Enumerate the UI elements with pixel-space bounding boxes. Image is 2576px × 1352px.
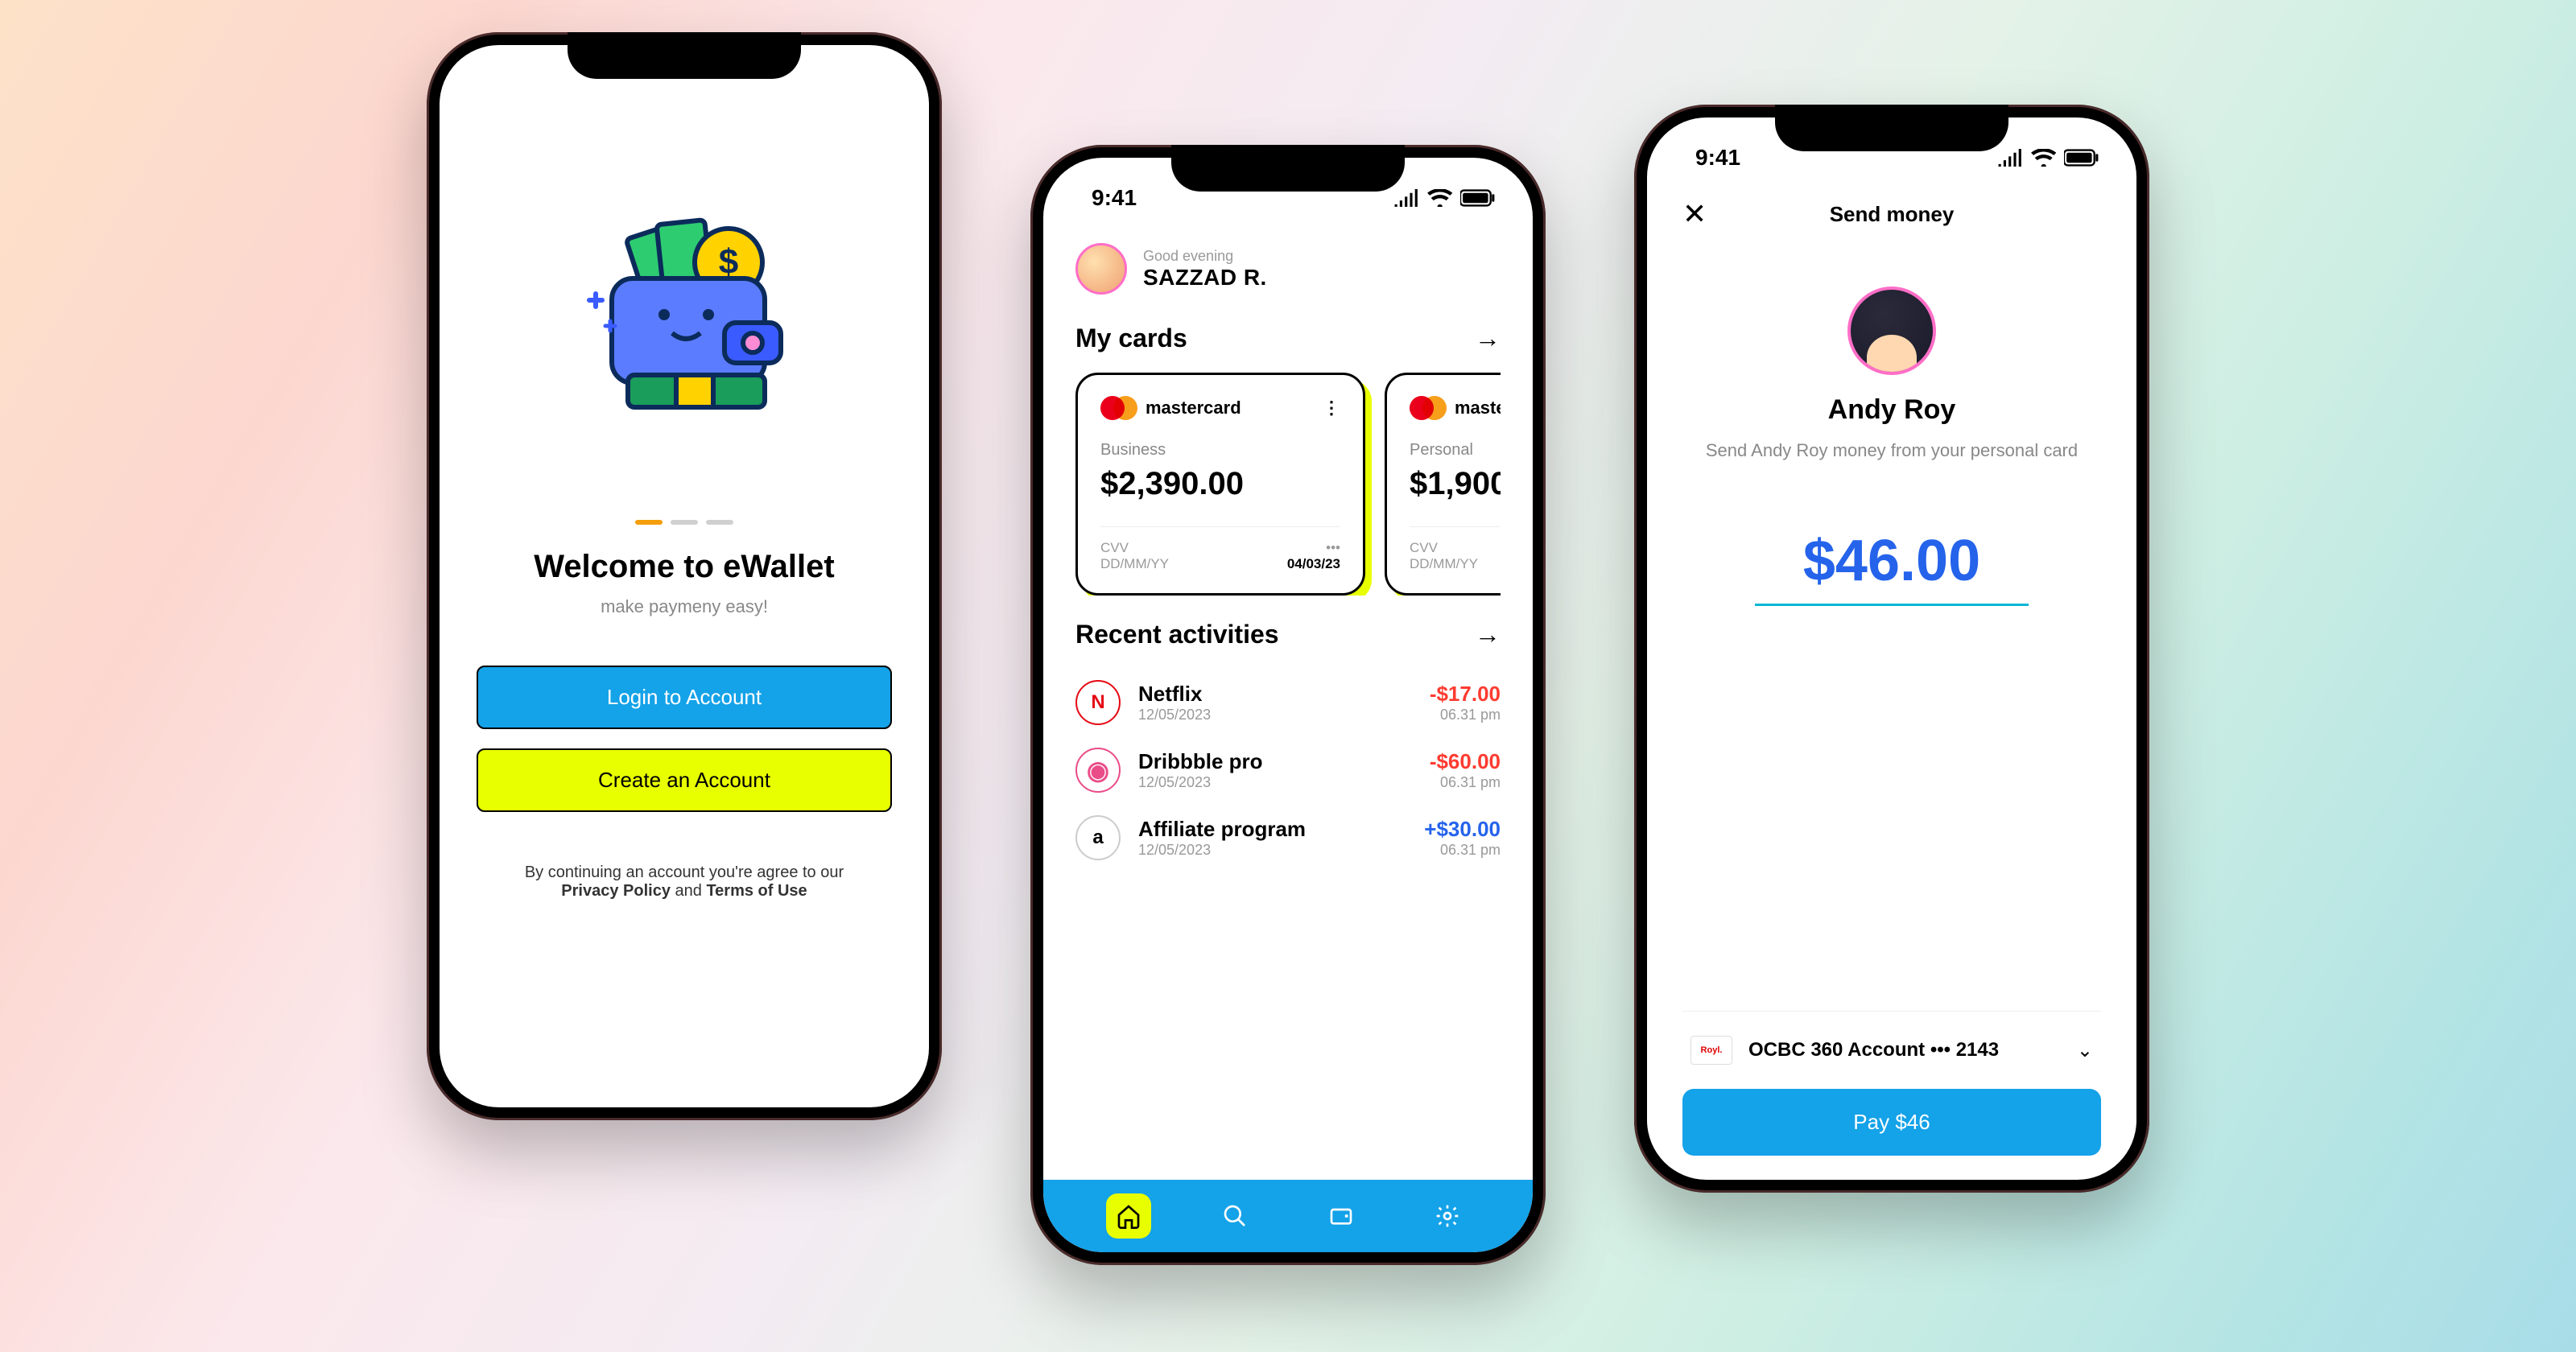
card-brand: mastercard xyxy=(1455,398,1501,418)
notch xyxy=(1171,145,1405,192)
tab-settings[interactable] xyxy=(1425,1193,1470,1239)
card-type: Personal xyxy=(1410,441,1501,460)
card-personal[interactable]: mastercard Personal $1,9009. CVVDD/MM/YY xyxy=(1385,373,1501,596)
amazon-icon: a xyxy=(1075,815,1121,860)
activity-row[interactable]: N Netflix12/05/2023 -$17.0006.31 pm xyxy=(1075,669,1501,736)
signal-icon xyxy=(1393,189,1418,207)
terms-link[interactable]: Terms of Use xyxy=(706,882,807,900)
tab-home[interactable] xyxy=(1106,1193,1151,1239)
amount-value[interactable]: $46.00 xyxy=(1682,528,2101,594)
recipient-name: Andy Roy xyxy=(1682,394,2101,426)
pay-button[interactable]: Pay $46 xyxy=(1682,1089,2101,1156)
battery-icon xyxy=(2064,149,2099,167)
status-time: 9:41 xyxy=(1092,185,1137,211)
notch xyxy=(1775,105,2008,151)
activities-heading: Recent activities xyxy=(1075,620,1279,649)
card-brand: mastercard xyxy=(1146,398,1241,418)
user-name: SAZZAD R. xyxy=(1143,265,1267,290)
status-time: 9:41 xyxy=(1695,145,1740,171)
account-selector[interactable]: Royl. OCBC 360 Account ••• 2143 ⌄ xyxy=(1682,1011,2101,1089)
onboarding-subtitle: make paymeny easy! xyxy=(477,596,892,617)
my-cards-heading: My cards xyxy=(1075,324,1187,353)
onboarding-title: Welcome to eWallet xyxy=(477,549,892,585)
account-label: OCBC 360 Account ••• 2143 xyxy=(1748,1039,2061,1061)
wallet-illustration: $ xyxy=(477,117,892,504)
signal-icon xyxy=(1997,149,2022,167)
search-icon xyxy=(1222,1203,1248,1229)
login-button[interactable]: Login to Account xyxy=(477,666,892,729)
bank-icon: Royl. xyxy=(1690,1036,1732,1065)
home-icon xyxy=(1116,1203,1141,1229)
create-account-button[interactable]: Create an Account xyxy=(477,748,892,812)
notch xyxy=(568,32,801,79)
card-business[interactable]: mastercard ⋮ Business $2,390.00 CVVDD/MM… xyxy=(1075,373,1365,596)
my-cards-arrow[interactable]: → xyxy=(1475,324,1501,353)
activity-row[interactable]: a Affiliate program12/05/2023 +$30.0006.… xyxy=(1075,804,1501,872)
greeting-text: Good evening xyxy=(1143,248,1233,264)
chevron-down-icon: ⌄ xyxy=(2077,1039,2093,1062)
user-avatar[interactable] xyxy=(1075,243,1127,295)
recipient-avatar xyxy=(1847,286,1936,375)
legal-text: By continuing an account you're agree to… xyxy=(477,864,892,901)
wallet-icon xyxy=(1328,1203,1354,1229)
activity-row[interactable]: ◉ Dribbble pro12/05/2023 -$60.0006.31 pm xyxy=(1075,736,1501,804)
dribbble-icon: ◉ xyxy=(1075,748,1121,793)
wifi-icon xyxy=(2031,149,2056,167)
svg-text:$: $ xyxy=(719,242,738,282)
send-description: Send Andy Roy money from your personal c… xyxy=(1682,439,2101,464)
card-type: Business xyxy=(1100,441,1340,460)
phone-onboarding: $ xyxy=(427,32,942,1120)
tab-search[interactable] xyxy=(1212,1193,1257,1239)
mastercard-icon xyxy=(1410,396,1447,420)
card-balance: $1,9009. xyxy=(1410,466,1501,502)
netflix-icon: N xyxy=(1075,680,1121,725)
tab-bar xyxy=(1043,1180,1533,1252)
greeting-row: Good evening SAZZAD R. xyxy=(1075,243,1501,295)
battery-icon xyxy=(1460,189,1496,207)
card-menu-icon[interactable]: ⋮ xyxy=(1323,398,1340,418)
privacy-link[interactable]: Privacy Policy xyxy=(561,882,671,900)
cards-carousel[interactable]: mastercard ⋮ Business $2,390.00 CVVDD/MM… xyxy=(1075,373,1501,596)
send-money-title: Send money xyxy=(1830,202,1955,227)
phone-send-money: 9:41 ✕ Send money Andy Roy Send Andy Roy… xyxy=(1634,105,2149,1193)
phone-home: 9:41 Good evening SAZZAD R. My cards → xyxy=(1030,145,1546,1265)
close-icon[interactable]: ✕ xyxy=(1682,197,1707,231)
tab-wallet[interactable] xyxy=(1319,1193,1364,1239)
mastercard-icon xyxy=(1100,396,1137,420)
wifi-icon xyxy=(1427,189,1452,207)
activities-arrow[interactable]: → xyxy=(1475,620,1501,649)
gear-icon xyxy=(1435,1203,1460,1229)
page-indicator xyxy=(477,520,892,525)
card-balance: $2,390.00 xyxy=(1100,466,1340,502)
